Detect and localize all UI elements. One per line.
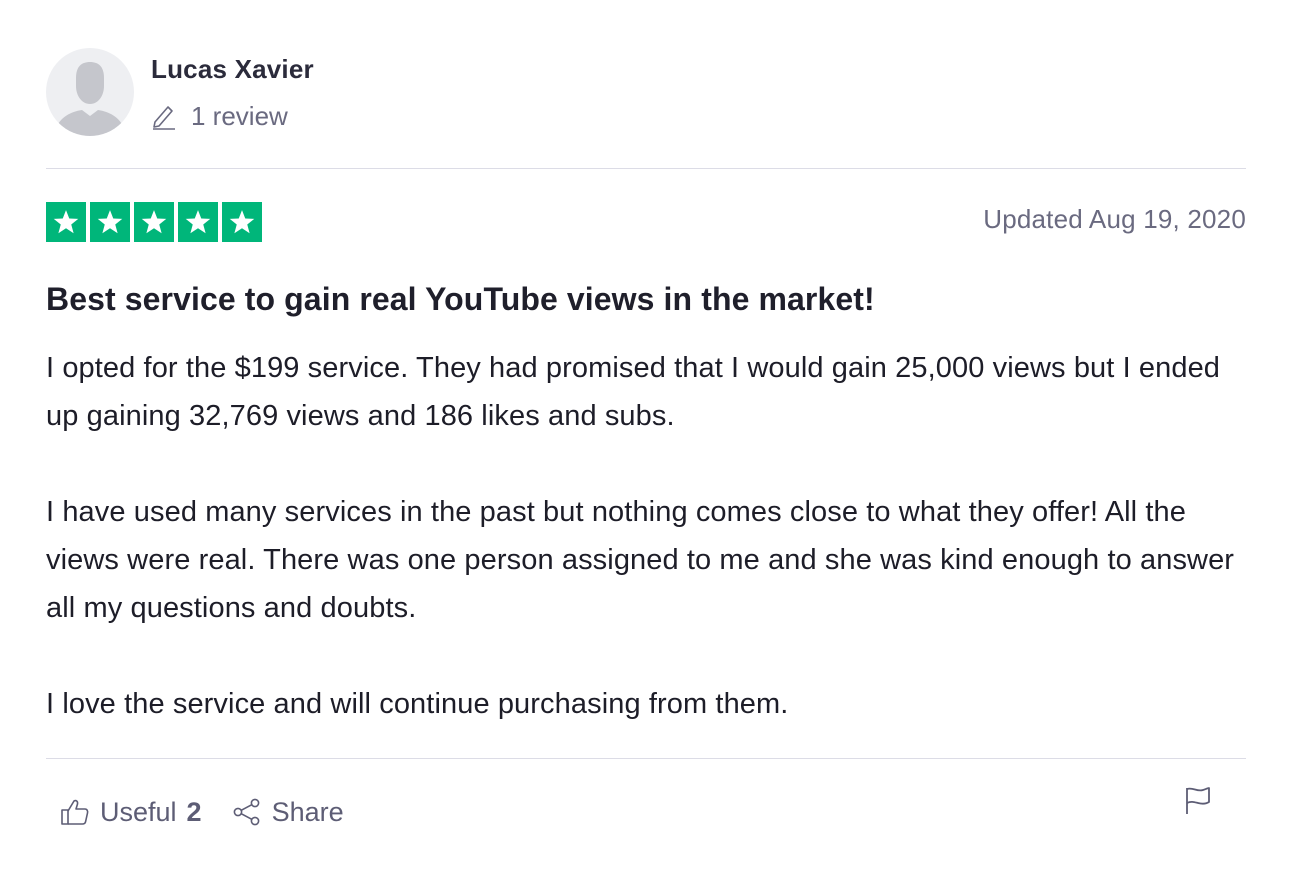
review-count: 1 review [151,100,288,132]
header-divider [46,168,1246,169]
star-icon [90,202,130,242]
thumbs-up-icon [61,799,89,825]
useful-label: Useful [100,796,177,827]
review-date: Updated Aug 19, 2020 [983,204,1246,234]
star-rating [46,202,262,242]
share-label: Share [271,796,344,827]
review-paragraph: I love the service and will continue pur… [46,688,789,720]
reviewer-avatar[interactable] [46,48,134,136]
review-count-label: 1 review [191,100,288,131]
star-icon [178,202,218,242]
user-avatar-icon [54,62,126,136]
pencil-icon [153,106,175,130]
useful-count: 2 [186,796,202,827]
star-icon [46,202,86,242]
flag-icon [1186,787,1210,814]
review-body: I opted for the $199 service. They had p… [46,344,1256,776]
report-flag-button[interactable] [1183,786,1213,816]
footer-divider [46,758,1246,759]
review-title: Best service to gain real YouTube views … [46,281,875,317]
star-icon [222,202,262,242]
review-card: Lucas Xavier 1 review Updated Aug 19, 20… [0,0,1292,876]
review-actions: Useful 2 Share [60,790,344,834]
useful-button[interactable]: Useful 2 [60,797,202,828]
star-icon [134,202,174,242]
review-paragraph: I have used many services in the past bu… [46,496,1235,624]
reviewer-name[interactable]: Lucas Xavier [151,54,314,85]
review-paragraph: I opted for the $199 service. They had p… [46,352,1221,432]
share-icon [233,798,259,826]
share-button[interactable]: Share [232,797,344,828]
